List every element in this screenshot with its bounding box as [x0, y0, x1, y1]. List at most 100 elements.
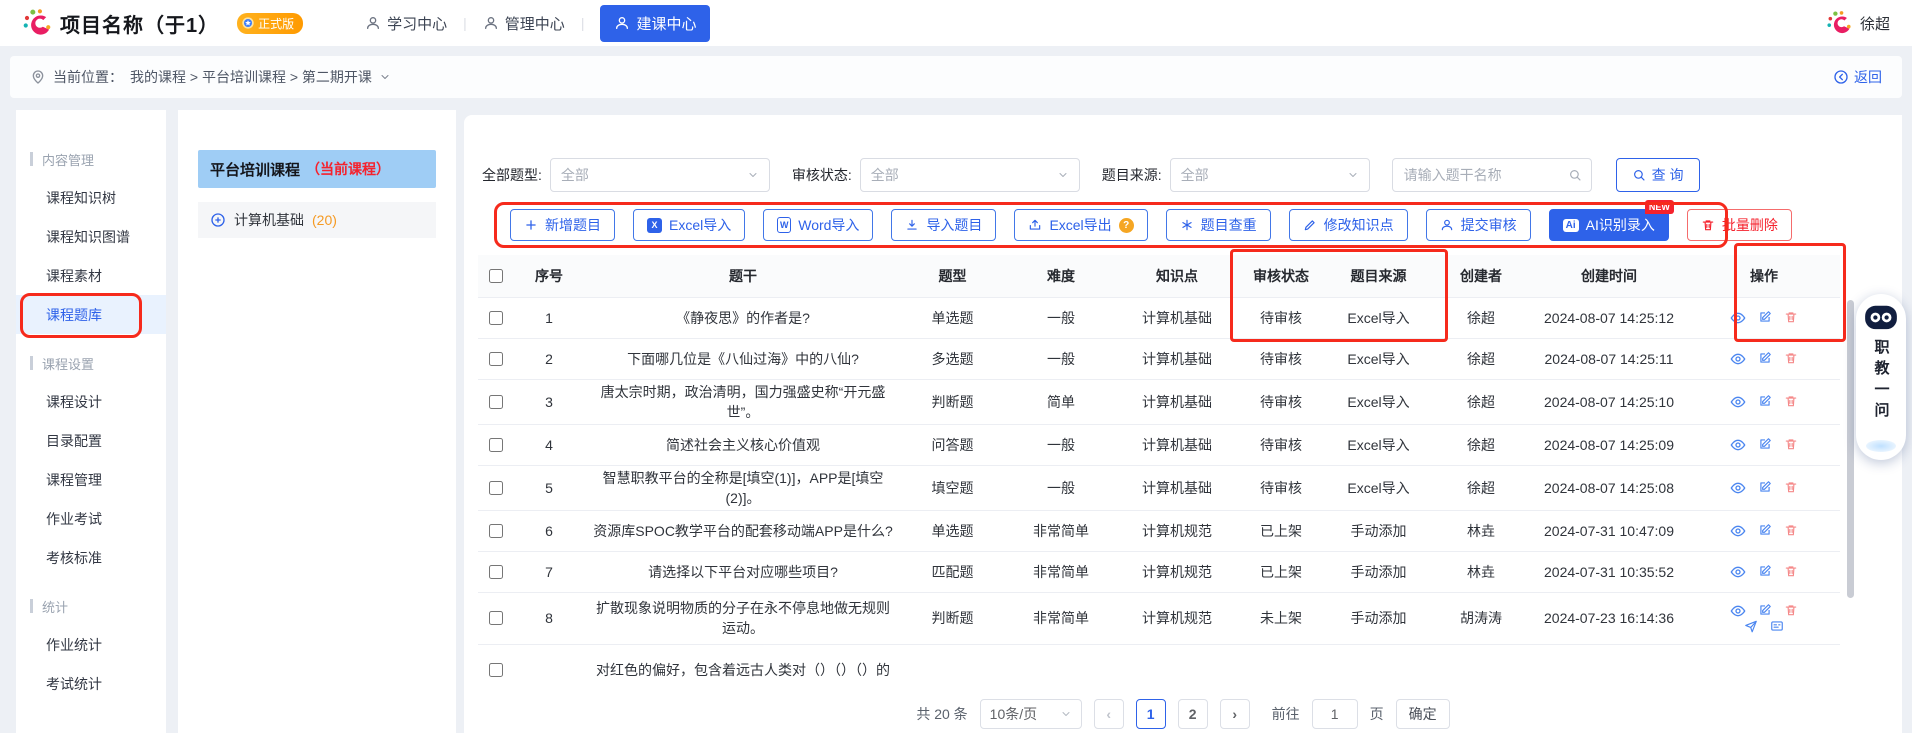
excel-export-button[interactable]: Excel导出 ? [1014, 209, 1148, 241]
row-checkbox[interactable] [488, 663, 503, 677]
location-pin-icon [30, 69, 46, 85]
nav-course-builder[interactable]: 建课中心 [600, 4, 711, 42]
course-builder-icon [614, 15, 630, 31]
sidebar-item-question-bank[interactable]: 课程题库 [16, 295, 166, 334]
main-nav: 学习中心 | 管理中心 | 建课中心 [365, 4, 711, 42]
expand-icon[interactable] [210, 212, 226, 228]
page-button-1[interactable]: 1 [1135, 699, 1166, 729]
submit-review-button[interactable]: 提交审核 [1425, 209, 1531, 241]
sidebar-item-knowledge-tree[interactable]: 课程知识树 [16, 178, 166, 217]
sidebar-item-course-material[interactable]: 课程素材 [16, 256, 166, 295]
chevron-down-icon [1060, 708, 1072, 720]
add-question-button[interactable]: 新增题目 [510, 209, 615, 241]
view-icon[interactable] [1730, 480, 1746, 496]
assistant-widget[interactable]: 职教一问 [1856, 294, 1906, 460]
delete-icon[interactable] [1784, 480, 1798, 496]
row-checkbox[interactable] [488, 564, 503, 579]
table-row: 5 智慧职教平台的全称是[填空(1)]，APP是[填空(2)]。 填空题 一般 … [478, 465, 1840, 511]
pencil-icon [1303, 218, 1317, 232]
chevron-down-icon[interactable] [379, 71, 391, 83]
sidebar-item-homework-stats[interactable]: 作业统计 [16, 625, 166, 664]
edit-icon[interactable] [1758, 437, 1772, 453]
next-page-button[interactable]: › [1219, 699, 1250, 729]
row-checkbox[interactable] [488, 310, 503, 325]
chevron-down-icon [1347, 169, 1359, 181]
help-icon[interactable]: ? [1118, 217, 1134, 233]
duplicate-check-button[interactable]: 题目查重 [1165, 209, 1271, 241]
edit-icon[interactable] [1758, 564, 1772, 580]
batch-delete-button[interactable]: 批量删除 [1686, 209, 1792, 241]
delete-icon[interactable] [1784, 523, 1798, 539]
view-icon[interactable] [1730, 564, 1746, 580]
delete-icon[interactable] [1784, 603, 1798, 619]
view-icon[interactable] [1730, 351, 1746, 367]
sidebar-item-exam-stats[interactable]: 考试统计 [16, 664, 166, 703]
row-checkbox[interactable] [488, 523, 503, 538]
sidebar-item-course-mgmt[interactable]: 课程管理 [16, 460, 166, 499]
edit-icon[interactable] [1758, 523, 1772, 539]
question-source-select[interactable]: 全部 [1169, 158, 1370, 192]
delete-icon[interactable] [1784, 351, 1798, 367]
person-icon [1440, 218, 1454, 232]
goto-page-input[interactable] [1311, 699, 1358, 729]
question-table: 序号 题干 题型 难度 知识点 审核状态 题目来源 创建者 创建时间 操作 1 … [478, 255, 1840, 693]
section-title-course-settings: 课程设置 [16, 344, 166, 382]
edit-icon[interactable] [1758, 394, 1772, 410]
back-button[interactable]: 返回 [1833, 67, 1882, 87]
edit-icon[interactable] [1758, 351, 1772, 367]
user-name: 徐超 [1859, 15, 1890, 33]
row-checkbox[interactable] [488, 611, 503, 625]
sidebar-item-catalog-config[interactable]: 目录配置 [16, 421, 166, 460]
view-icon[interactable] [1730, 603, 1746, 619]
edit-icon[interactable] [1758, 603, 1772, 619]
nav-learning-center[interactable]: 学习中心 [365, 13, 447, 34]
breadcrumb-path[interactable]: 我的课程 > 平台培训课程 > 第二期开课 [130, 67, 372, 87]
row-checkbox[interactable] [488, 394, 503, 409]
select-all-checkbox[interactable] [488, 268, 503, 283]
goto-label: 前往 [1271, 706, 1300, 722]
current-course-tag: （当前课程） [306, 161, 391, 177]
ai-recognition-button[interactable]: Ai AI识别录入 NEW [1548, 200, 1674, 241]
excel-import-button[interactable]: X Excel导入 [633, 209, 746, 241]
page-size-select[interactable]: 10条/页 [979, 699, 1082, 729]
view-icon[interactable] [1730, 437, 1746, 453]
page-button-2[interactable]: 2 [1177, 699, 1208, 729]
sidebar-item-assessment-standard[interactable]: 考核标准 [16, 538, 166, 577]
delete-icon[interactable] [1784, 310, 1798, 326]
delete-icon[interactable] [1784, 394, 1798, 410]
question-type-select[interactable]: 全部 [549, 158, 770, 192]
row-checkbox[interactable] [488, 351, 503, 366]
import-questions-button[interactable]: 导入题目 [891, 209, 997, 241]
confirm-button[interactable]: 确定 [1395, 699, 1450, 729]
nav-admin-center[interactable]: 管理中心 [483, 13, 565, 34]
delete-icon[interactable] [1784, 437, 1798, 453]
row-checkbox[interactable] [488, 480, 503, 495]
view-icon[interactable] [1730, 523, 1746, 539]
word-import-button[interactable]: W Word导入 [763, 209, 874, 241]
sidebar-item-knowledge-graph[interactable]: 课程知识图谱 [16, 217, 166, 256]
current-course[interactable]: 平台培训课程 （当前课程） [198, 150, 436, 188]
edit-icon[interactable] [1758, 310, 1772, 326]
tree-node-computer-basics[interactable]: 计算机基础 (20) [198, 202, 436, 238]
col-knowledge: 知识点 [1117, 255, 1237, 297]
medal-icon [241, 16, 255, 30]
delete-icon[interactable] [1784, 564, 1798, 580]
prev-page-button[interactable]: ‹ [1093, 699, 1124, 729]
col-status: 审核状态 [1237, 255, 1325, 297]
section-title-statistics: 统计 [16, 587, 166, 625]
user-menu[interactable]: 徐超 [1826, 10, 1890, 36]
card-icon[interactable] [1770, 619, 1784, 633]
modify-knowledge-button[interactable]: 修改知识点 [1288, 209, 1408, 241]
table-scrollbar[interactable] [1847, 300, 1854, 598]
send-icon[interactable] [1744, 619, 1758, 633]
row-checkbox[interactable] [488, 437, 503, 452]
view-icon[interactable] [1730, 310, 1746, 326]
stem-search-input[interactable] [1401, 166, 1568, 184]
query-button[interactable]: 查 询 [1615, 158, 1700, 192]
search-icon[interactable] [1568, 168, 1582, 182]
edit-icon[interactable] [1758, 480, 1772, 496]
review-status-select[interactable]: 全部 [859, 158, 1080, 192]
sidebar-item-course-design[interactable]: 课程设计 [16, 382, 166, 421]
sidebar-item-homework-exam[interactable]: 作业考试 [16, 499, 166, 538]
view-icon[interactable] [1730, 394, 1746, 410]
